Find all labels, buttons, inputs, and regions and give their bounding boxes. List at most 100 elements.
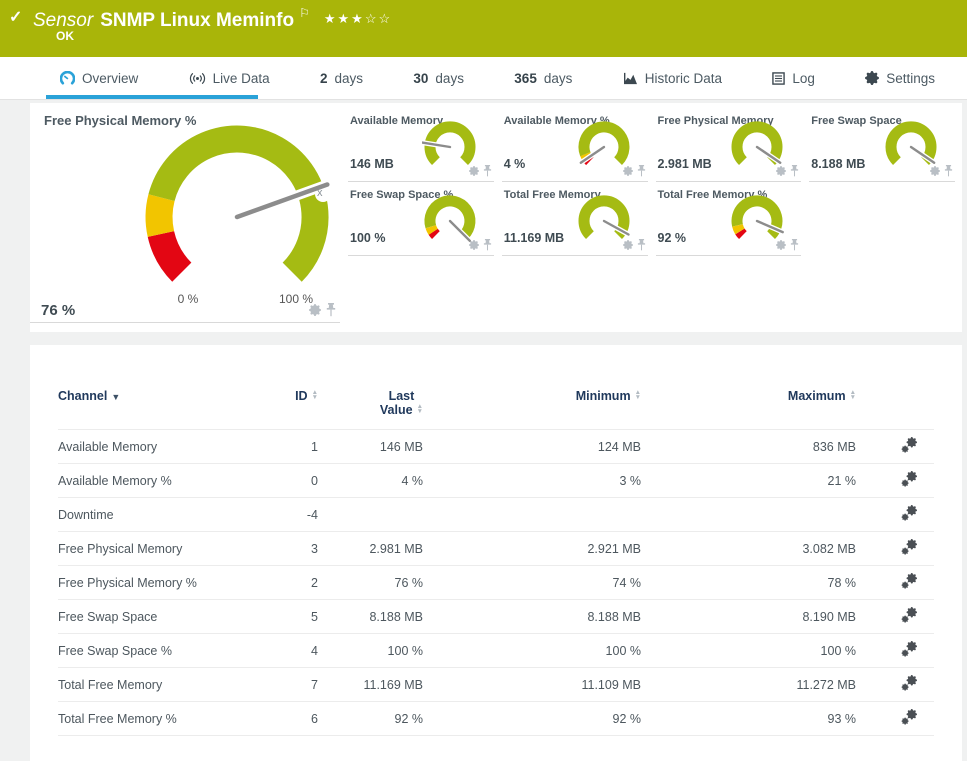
- channel-settings-gears-icon[interactable]: [901, 607, 917, 623]
- status-ok-check-icon: ✓: [9, 9, 23, 26]
- gauges-panel: Free Physical Memory % x̄ 0 % 100 % 76 %…: [30, 103, 962, 332]
- gear-icon[interactable]: [468, 240, 479, 250]
- object-kind-label: Sensor: [33, 10, 94, 31]
- active-tab-underline: [46, 95, 258, 99]
- channel-id: -4: [263, 497, 318, 532]
- page-title: SNMP Linux Meminfo: [100, 10, 295, 31]
- channel-name: Free Physical Memory: [58, 531, 263, 566]
- tab-settings[interactable]: Settings: [865, 71, 935, 86]
- gear-icon[interactable]: [622, 166, 633, 176]
- column-header-minimum[interactable]: Minimum ▲ ▼: [423, 389, 641, 430]
- sensor-title-row: Sensor SNMP Linux Meminfo ⚐ ★★★☆☆: [33, 6, 392, 32]
- status-badge: OK: [56, 29, 74, 43]
- column-header-maximum[interactable]: Maximum ▲ ▼: [641, 389, 856, 430]
- pin-icon[interactable]: [483, 165, 492, 177]
- channel-name: Total Free Memory: [58, 667, 263, 702]
- sensor-header: ✓ Sensor SNMP Linux Meminfo ⚐ ★★★☆☆ OK: [0, 0, 967, 57]
- gear-icon[interactable]: [622, 240, 633, 250]
- channel-last-value: 92 %: [318, 701, 423, 736]
- gear-icon[interactable]: [309, 304, 321, 316]
- tab-historic-data[interactable]: Historic Data: [623, 71, 722, 86]
- pin-icon[interactable]: [483, 239, 492, 251]
- column-header-channel[interactable]: Channel ▼: [58, 389, 263, 430]
- table-row: Total Free Memory 7 11.169 MB 11.109 MB …: [58, 667, 934, 702]
- table-row: Free Swap Space % 4 100 % 100 % 100 %: [58, 633, 934, 668]
- channel-maximum: [641, 497, 856, 532]
- column-header-id[interactable]: ID ▲ ▼: [263, 389, 318, 430]
- channel-name: Total Free Memory %: [58, 701, 263, 736]
- channel-settings-gears-icon[interactable]: [901, 437, 917, 453]
- channel-id: 3: [263, 531, 318, 566]
- tab-log[interactable]: Log: [772, 71, 815, 86]
- gear-icon[interactable]: [776, 240, 787, 250]
- channel-last-value: 100 %: [318, 633, 423, 668]
- channel-last-value: 76 %: [318, 565, 423, 600]
- pin-icon[interactable]: [790, 239, 799, 251]
- sort-icon: ▲ ▼: [311, 389, 318, 401]
- table-row: Available Memory % 0 4 % 3 % 21 %: [58, 463, 934, 498]
- tab-365-days[interactable]: 365 days: [514, 71, 572, 86]
- gauge-tile: Available Memory 146 MB: [348, 110, 494, 182]
- channel-name: Free Physical Memory %: [58, 565, 263, 600]
- table-row: Downtime -4: [58, 497, 934, 532]
- gear-icon[interactable]: [468, 166, 479, 176]
- channel-settings-gears-icon[interactable]: [901, 539, 917, 555]
- channel-id: 1: [263, 429, 318, 464]
- channel-minimum: 3 %: [423, 463, 641, 498]
- live-icon: [189, 72, 206, 85]
- channel-settings-gears-icon[interactable]: [901, 641, 917, 657]
- tab-live-data[interactable]: Live Data: [189, 71, 270, 86]
- primary-channel-gauge-tile: Free Physical Memory % x̄ 0 % 100 % 76 %: [30, 103, 340, 323]
- pin-icon[interactable]: [326, 303, 336, 317]
- gauge-value: 2.981 MB: [657, 157, 712, 171]
- channel-id: 4: [263, 633, 318, 668]
- mean-marker: x̄: [317, 187, 323, 199]
- gear-icon[interactable]: [930, 166, 940, 176]
- pin-icon[interactable]: [637, 165, 646, 177]
- pin-icon[interactable]: [944, 165, 953, 177]
- channel-name: Downtime: [58, 497, 263, 532]
- flag-icon[interactable]: ⚐: [299, 6, 310, 20]
- channel-id: 2: [263, 565, 318, 600]
- channel-last-value: 2.981 MB: [318, 531, 423, 566]
- gauge-scale-min-label: 0 %: [177, 292, 199, 306]
- tab-30-days[interactable]: 30 days: [413, 71, 464, 86]
- table-row: Free Physical Memory % 2 76 % 74 % 78 %: [58, 565, 934, 600]
- gauge-value: 92 %: [657, 231, 687, 245]
- channel-name: Available Memory: [58, 429, 263, 464]
- settings-icon: [865, 71, 880, 85]
- channel-maximum: 836 MB: [641, 429, 856, 464]
- tab-2-days[interactable]: 2 days: [320, 71, 363, 86]
- channel-maximum: 11.272 MB: [641, 667, 856, 702]
- pin-icon[interactable]: [790, 165, 799, 177]
- channel-minimum: 92 %: [423, 701, 641, 736]
- small-gauge-grid: Available Memory 146 MB Available Memory…: [348, 110, 955, 256]
- channel-settings-gears-icon[interactable]: [901, 675, 917, 691]
- channel-last-value: 8.188 MB: [318, 599, 423, 634]
- gauge-icon: [60, 70, 75, 86]
- channel-settings-gears-icon[interactable]: [901, 709, 917, 725]
- channel-maximum: 100 %: [641, 633, 856, 668]
- channels-table-body: Available Memory 1 146 MB 124 MB 836 MB …: [58, 429, 934, 736]
- primary-gauge: [145, 125, 331, 282]
- channel-settings-gears-icon[interactable]: [901, 573, 917, 589]
- channel-maximum: 21 %: [641, 463, 856, 498]
- pin-icon[interactable]: [637, 239, 646, 251]
- table-row: Total Free Memory % 6 92 % 92 % 93 %: [58, 701, 934, 736]
- column-header-last-value[interactable]: Last Value ▲ ▼: [318, 389, 423, 430]
- gauge-tile: Available Memory % 4 %: [501, 110, 648, 182]
- tab-overview[interactable]: Overview: [60, 70, 138, 86]
- channels-table: Channel ▼ ID ▲ ▼ Last Value ▲ ▼ Minimum ▲ ▼ Max…: [58, 389, 934, 736]
- sort-icon: ▲ ▼: [634, 389, 641, 401]
- channel-settings-gears-icon[interactable]: [901, 505, 917, 521]
- channel-settings-gears-icon[interactable]: [901, 471, 917, 487]
- gauge-value: 11.169 MB: [503, 231, 565, 245]
- channel-minimum: 100 %: [423, 633, 641, 668]
- priority-stars[interactable]: ★★★☆☆: [324, 11, 392, 26]
- primary-gauge-value: 76 %: [41, 302, 76, 319]
- gauge-value: 100 %: [350, 231, 386, 245]
- sort-desc-icon: ▼: [111, 392, 121, 402]
- channel-last-value: 4 %: [318, 463, 423, 498]
- channel-minimum: 74 %: [423, 565, 641, 600]
- gear-icon[interactable]: [776, 166, 787, 176]
